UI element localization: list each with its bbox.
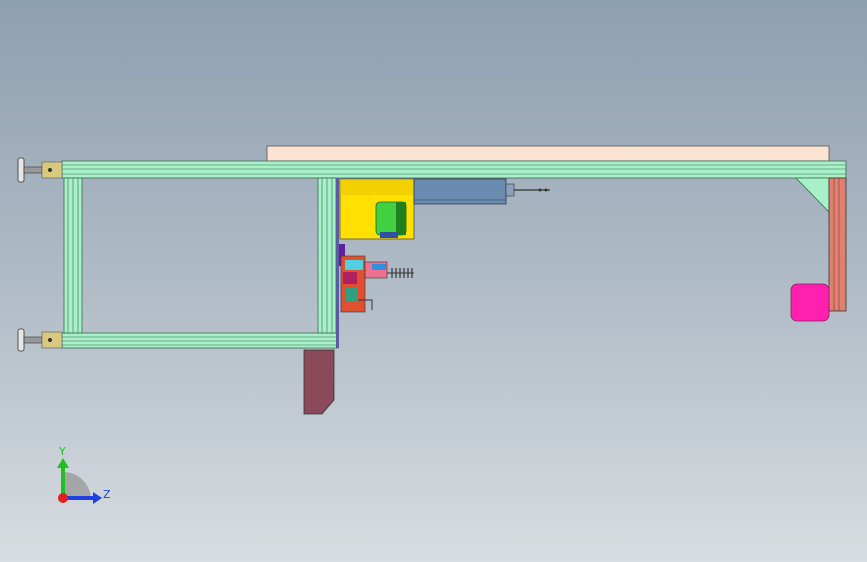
top-frame-beam [61,160,847,179]
corner-gusset [795,177,830,213]
support-leg [303,349,335,415]
cad-viewport[interactable]: Y Z [0,0,867,562]
top-plate [266,145,830,162]
x-axis-origin [58,493,68,503]
pneumatic-cylinder [413,178,550,205]
gripper-assembly [339,244,414,313]
leveling-foot-bottom [17,328,63,352]
right-post [828,177,847,312]
left-frame-post [63,177,83,334]
leveling-foot-top [17,157,63,183]
caster-pad [790,283,830,322]
bottom-frame-beam [61,332,339,349]
coordinate-triad: Y Z [57,445,111,504]
middle-frame-post [317,177,339,348]
z-axis-label: Z [103,488,111,501]
motor-green-flange [375,201,407,238]
y-axis-label: Y [58,445,66,458]
